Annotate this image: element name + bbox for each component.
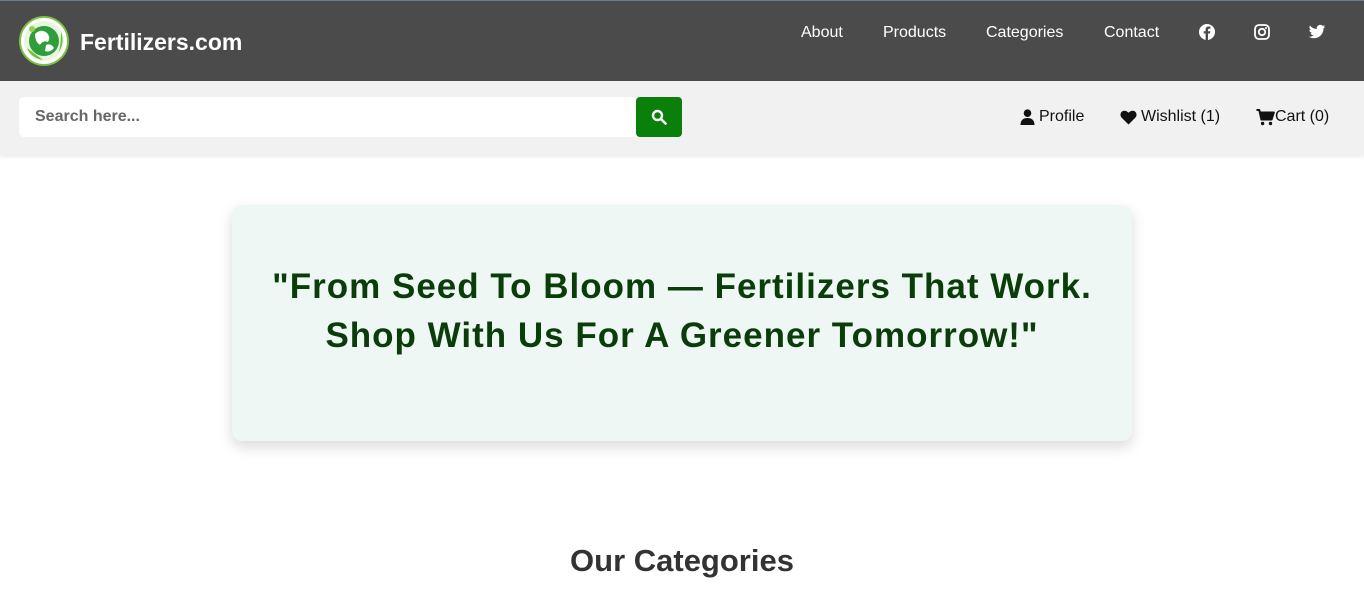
facebook-icon[interactable] [1198,23,1216,41]
profile-link[interactable]: Profile [1020,107,1084,127]
hero-quote-line-1: "From Seed To Bloom — Fertilizers That W… [272,267,1092,306]
search-input[interactable] [19,97,637,137]
cart-label: Cart (0) [1275,108,1330,125]
hero-quote: "From Seed To Bloom — Fertilizers That W… [252,262,1112,360]
globe-leaf-logo-icon [24,21,64,61]
search-button[interactable] [636,97,682,137]
twitter-icon[interactable] [1308,23,1326,41]
hero-quote-line-2: Shop With Us For A Greener Tomorrow!" [325,316,1039,355]
search-toolbar: Profile Wishlist (1) Cart (0) [0,81,1364,155]
top-navbar: Fertilizers.com About Products Categorie… [0,0,1364,81]
instagram-icon[interactable] [1253,23,1271,41]
hero-banner: "From Seed To Bloom — Fertilizers That W… [232,205,1132,441]
wishlist-label: Wishlist (1) [1141,108,1221,125]
nav-contact[interactable]: Contact [1104,23,1159,43]
search-icon [651,109,667,125]
brand-logo[interactable] [19,16,69,66]
profile-label: Profile [1039,108,1085,125]
cart-icon [1256,108,1275,125]
nav-products[interactable]: Products [883,23,946,43]
categories-section-title: Our Categories [570,543,794,578]
user-icon [1020,109,1035,125]
brand-name[interactable]: Fertilizers.com [80,28,242,56]
nav-categories[interactable]: Categories [986,23,1063,43]
heart-icon [1120,110,1137,124]
nav-about[interactable]: About [801,23,843,43]
cart-link[interactable]: Cart (0) [1256,107,1329,127]
wishlist-link[interactable]: Wishlist (1) [1120,107,1220,127]
